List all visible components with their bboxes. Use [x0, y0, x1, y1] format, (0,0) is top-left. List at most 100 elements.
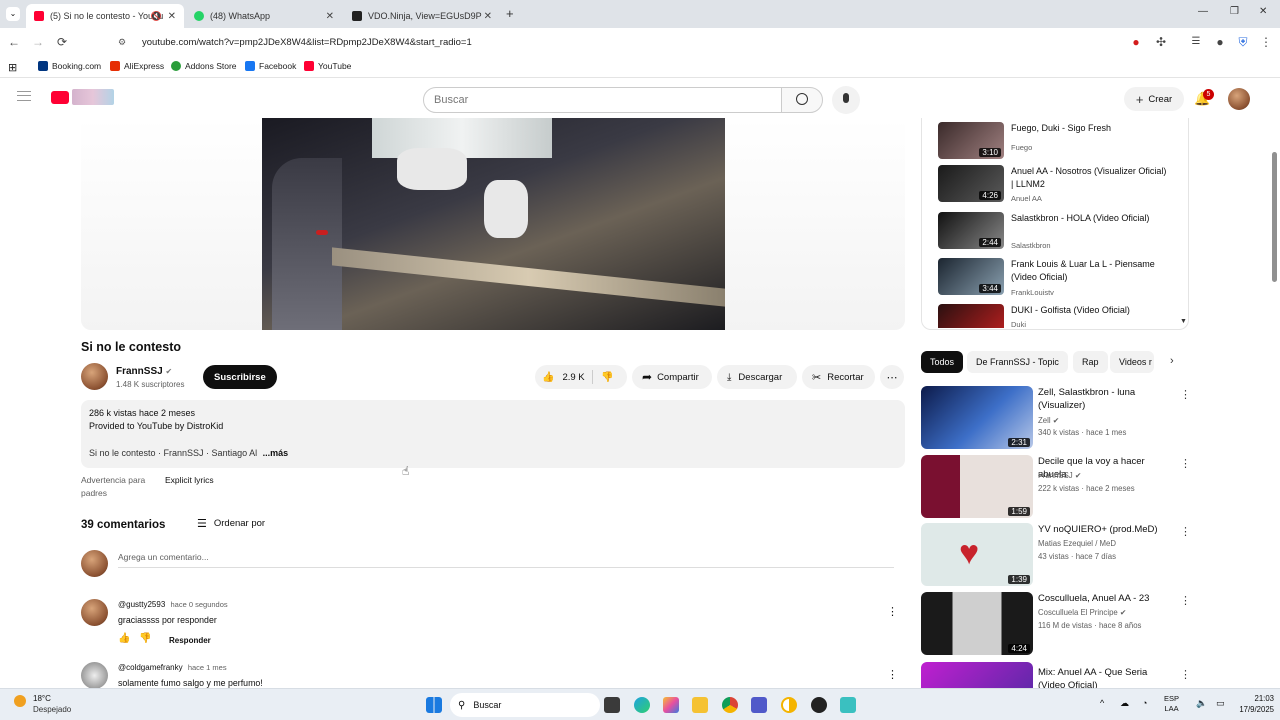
- close-icon[interactable]: ✕: [168, 11, 176, 22]
- youtube-logo[interactable]: [51, 91, 69, 104]
- puzzle-icon[interactable]: ✣: [1153, 34, 1169, 50]
- add-comment-input[interactable]: Agrega un comentario...: [118, 552, 894, 568]
- share-button[interactable]: ➦ Compartir: [632, 365, 712, 389]
- reload-icon[interactable]: ⟳: [54, 34, 70, 50]
- comment-avatar[interactable]: [81, 599, 108, 626]
- comment-time[interactable]: hace 0 segundos: [171, 600, 228, 609]
- search-input[interactable]: Buscar: [423, 87, 782, 113]
- more-vertical-icon[interactable]: ⋮: [1180, 594, 1191, 607]
- language-indicator[interactable]: ESP LAA: [1164, 694, 1179, 714]
- voice-search-button[interactable]: [832, 86, 860, 114]
- like-button[interactable]: 👍 2.9 K: [535, 370, 593, 384]
- recommendation-item[interactable]: 4:24 Cosculluela, Anuel AA - 23 Coscullu…: [921, 592, 1191, 656]
- file-explorer-icon[interactable]: [692, 697, 708, 713]
- more-vertical-icon[interactable]: ⋮: [1180, 668, 1191, 681]
- video-player[interactable]: [81, 118, 905, 330]
- profile-icon[interactable]: ●: [1212, 34, 1228, 50]
- edge-icon[interactable]: [634, 697, 650, 713]
- site-info-icon[interactable]: ⚙: [118, 37, 134, 48]
- teams-icon[interactable]: [751, 697, 767, 713]
- tab-vdoninja[interactable]: VDO.Ninja, View=EGUsD9P ✕: [344, 4, 500, 28]
- comment-menu-icon[interactable]: ⋮: [887, 668, 898, 681]
- app-icon-2[interactable]: [840, 697, 856, 713]
- scroll-down-arrow-icon[interactable]: ▼: [1180, 318, 1187, 325]
- maximize-icon[interactable]: ❐: [1230, 6, 1239, 17]
- playlist-item[interactable]: 4:26 Anuel AA - Nosotros (Visualizer Ofi…: [938, 165, 1178, 205]
- dislike-button[interactable]: 👎: [593, 372, 613, 383]
- playlist-item[interactable]: 2:44 Salastkbron - HOLA (Video Oficial) …: [938, 212, 1178, 252]
- comment-like-icon[interactable]: 👍: [118, 633, 130, 644]
- comment-avatar[interactable]: [81, 662, 108, 689]
- forward-arrow-icon[interactable]: →: [30, 34, 46, 50]
- playlist-item[interactable]: 3:10 Fuego, Duki - Sigo Fresh Fuego: [938, 122, 1178, 162]
- more-actions-button[interactable]: ⋯: [880, 365, 904, 389]
- app-icon[interactable]: [811, 697, 827, 713]
- channel-avatar[interactable]: [81, 363, 108, 390]
- recommendation-item[interactable]: 1:59 Decile que la voy a hacer abuela Fr…: [921, 455, 1191, 519]
- media-icon[interactable]: ☰: [1188, 34, 1204, 50]
- copilot-icon[interactable]: [663, 697, 679, 713]
- comment-time[interactable]: hace 1 mes: [188, 663, 227, 672]
- more-vertical-icon[interactable]: ⋮: [1180, 525, 1191, 538]
- page-scrollbar-thumb[interactable]: [1272, 152, 1277, 282]
- chrome-menu-icon[interactable]: ⋮: [1258, 34, 1274, 50]
- tab-search-button[interactable]: ⌄: [6, 7, 20, 21]
- search-button[interactable]: [781, 87, 823, 113]
- create-button[interactable]: + Crear: [1124, 87, 1184, 111]
- chip-all[interactable]: Todos: [921, 351, 964, 373]
- clip-button[interactable]: ✂ Recortar: [802, 365, 875, 389]
- tray-network-icon[interactable]: ☁: [1120, 698, 1129, 709]
- tray-battery-icon[interactable]: ▭: [1216, 698, 1225, 709]
- subscribe-button[interactable]: Suscribirse: [203, 365, 277, 389]
- chrome-active-icon[interactable]: [781, 697, 797, 713]
- comment-author[interactable]: @gustty2593: [118, 600, 165, 609]
- back-arrow-icon[interactable]: ←: [6, 34, 22, 50]
- more-vertical-icon[interactable]: ⋮: [1180, 388, 1191, 401]
- speaker-icon[interactable]: 🔇: [151, 11, 162, 22]
- tray-speaker-icon[interactable]: 🔈: [1196, 698, 1207, 709]
- chrome-taskbar-icon[interactable]: [722, 697, 738, 713]
- description-box[interactable]: 286 k vistas hace 2 meses Provided to Yo…: [81, 400, 905, 468]
- playlist-item[interactable]: 3:44 Frank Louis & Luar La L - Piensame …: [938, 258, 1178, 298]
- recommendation-item[interactable]: Mix: Anuel AA - Que Seria (Video Oficial…: [921, 662, 1191, 688]
- close-icon[interactable]: ✕: [326, 11, 334, 22]
- bookmark-booking[interactable]: Booking.com: [38, 61, 101, 71]
- tray-chevron-icon[interactable]: ^: [1100, 698, 1104, 708]
- chip-videos[interactable]: Videos r: [1110, 351, 1154, 373]
- recommendation-item[interactable]: ♥ 1:39 YV noQUIERO+ (prod.MeD) Matias Ez…: [921, 523, 1191, 587]
- bookmark-youtube[interactable]: YouTube: [304, 61, 351, 71]
- chevron-right-icon[interactable]: ›: [1170, 355, 1174, 367]
- tray-wifi-icon[interactable]: ◔: [1142, 698, 1147, 708]
- recommendation-item[interactable]: 2:31 Zell, Salastkbron - luna (Visualize…: [921, 386, 1191, 450]
- tab-youtube[interactable]: (5) Si no le contesto - YouTu 🔇 ✕: [26, 4, 184, 28]
- window-close-icon[interactable]: ✕: [1259, 6, 1267, 17]
- new-tab-plus-icon[interactable]: +: [506, 6, 514, 21]
- sort-comments-button[interactable]: ☰ Ordenar por: [197, 517, 265, 530]
- task-view-icon[interactable]: [604, 697, 620, 713]
- clock[interactable]: 21:03 17/9/2025: [1238, 693, 1274, 715]
- account-avatar[interactable]: [1228, 88, 1250, 110]
- shield-icon[interactable]: ⛨: [1235, 34, 1251, 50]
- tab-whatsapp[interactable]: (48) WhatsApp ✕: [186, 4, 342, 28]
- chip-from-channel[interactable]: De FrannSSJ - Topic: [967, 351, 1068, 373]
- taskbar-search[interactable]: ⚲ Buscar: [450, 693, 600, 717]
- download-button[interactable]: ⤓ Descargar: [717, 365, 797, 389]
- playlist-item[interactable]: DUKI - Golfista (Video Oficial) Duki: [938, 304, 1178, 328]
- weather-widget[interactable]: 18°C Despejado: [14, 693, 84, 717]
- apps-grid-icon[interactable]: ⊞: [8, 61, 17, 74]
- comment-menu-icon[interactable]: ⋮: [887, 605, 898, 618]
- bookmark-addons-store[interactable]: Addons Store: [171, 61, 237, 71]
- adblock-icon[interactable]: ●: [1128, 34, 1144, 50]
- more-vertical-icon[interactable]: ⋮: [1180, 457, 1191, 470]
- hamburger-menu-icon[interactable]: [17, 91, 31, 101]
- video-frame[interactable]: [262, 118, 725, 330]
- close-icon[interactable]: ✕: [484, 11, 492, 22]
- chip-rap[interactable]: Rap: [1073, 351, 1108, 373]
- channel-name[interactable]: FrannSSJ ✔: [116, 366, 172, 377]
- comment-author[interactable]: @coldgamefranky: [118, 663, 183, 672]
- reply-button[interactable]: Responder: [169, 636, 211, 645]
- windows-start-icon[interactable]: [426, 697, 442, 713]
- bookmark-facebook[interactable]: Facebook: [245, 61, 296, 71]
- minimize-icon[interactable]: —: [1198, 6, 1208, 17]
- show-more-link[interactable]: ...más: [263, 448, 289, 458]
